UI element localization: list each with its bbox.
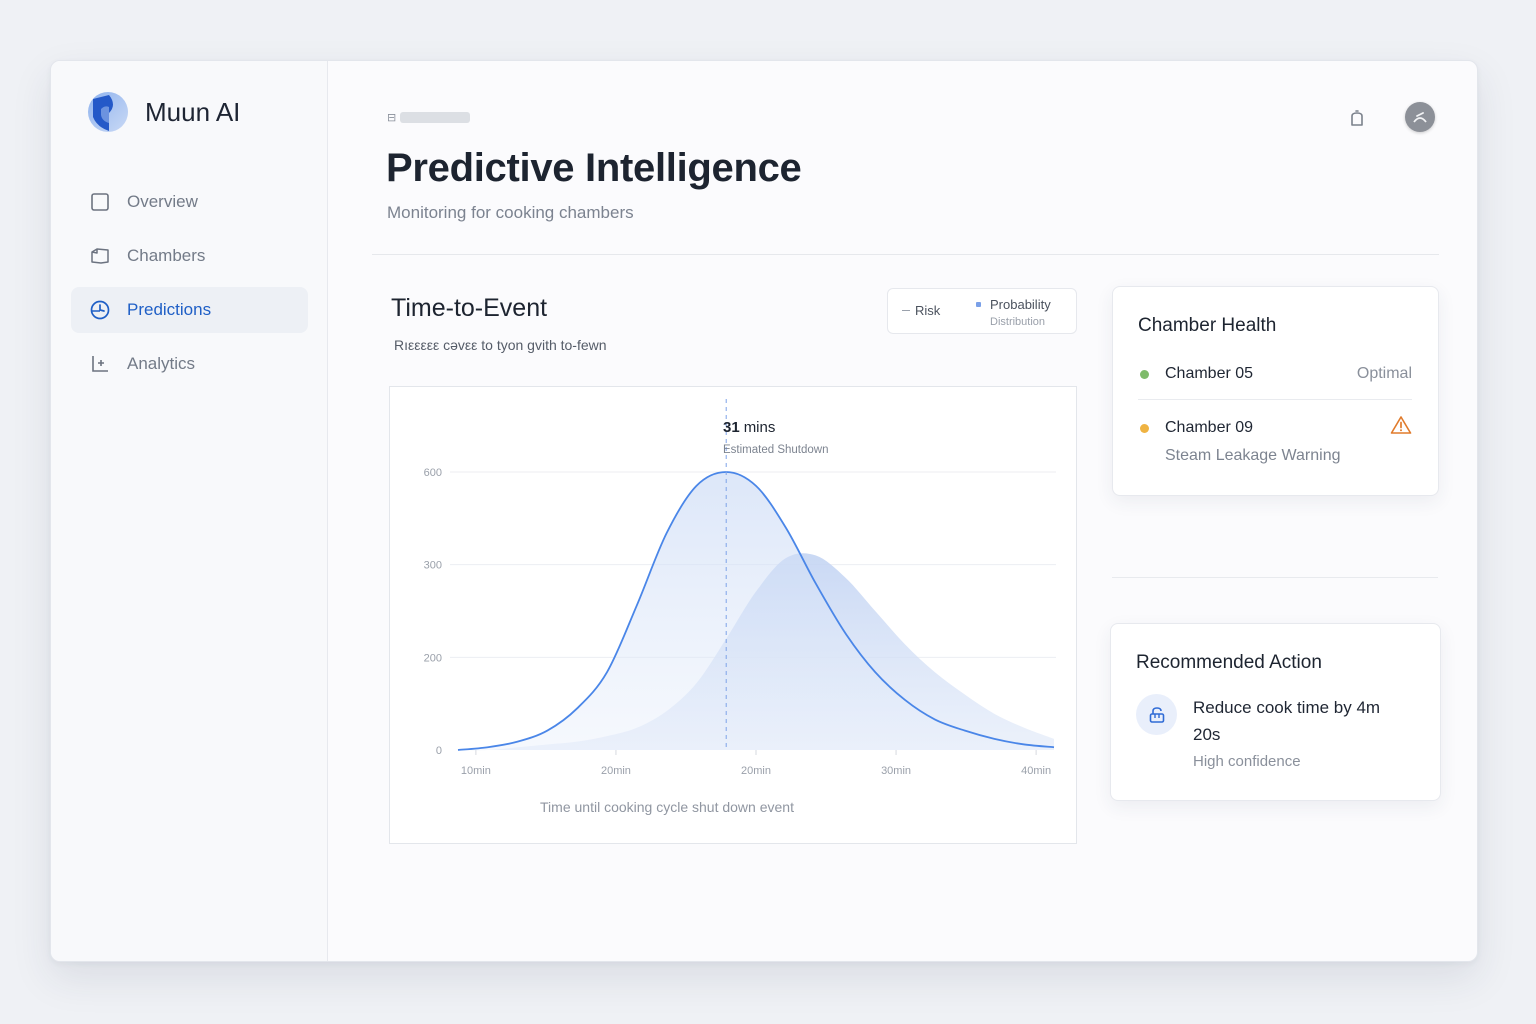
y-tick-label: 200 bbox=[424, 652, 442, 664]
y-tick-label: 300 bbox=[424, 560, 442, 572]
x-tick-label: 30min bbox=[881, 765, 911, 777]
row-divider bbox=[1138, 399, 1412, 400]
chart-axis-icon bbox=[89, 353, 111, 375]
x-tick-label: 10min bbox=[461, 765, 491, 777]
chamber-name: Chamber 05 bbox=[1165, 365, 1254, 382]
user-avatar-icon bbox=[1413, 112, 1427, 123]
legend-probability-swatch bbox=[976, 302, 981, 307]
sidebar-item-chambers[interactable]: Chambers bbox=[71, 233, 308, 279]
marker-label: Estimated Shutdown bbox=[723, 444, 828, 456]
recommended-action-text: Reduce cook time by 4m 20s bbox=[1193, 698, 1381, 744]
legend-item-probability[interactable]: Probability Distribution bbox=[976, 297, 1051, 328]
confidence-label: High confidence bbox=[1193, 753, 1301, 770]
sidebar-nav: Overview Chambers Predictions Analytics bbox=[71, 179, 308, 395]
sidebar-item-analytics[interactable]: Analytics bbox=[71, 341, 308, 387]
y-tick-label: 0 bbox=[436, 745, 442, 757]
notification-button[interactable] bbox=[1342, 104, 1372, 134]
x-tick-label: 40min bbox=[1021, 765, 1051, 777]
sidebar-item-label: Chambers bbox=[127, 246, 206, 265]
page-title: Predictive Intelligence bbox=[386, 146, 802, 190]
chamber-health-title: Chamber Health bbox=[1138, 315, 1277, 336]
y-tick-label: 600 bbox=[424, 467, 442, 479]
sidebar: Muun AI Overview Chambers Predictions An… bbox=[51, 61, 328, 961]
legend-distribution-label: Distribution bbox=[990, 316, 1046, 328]
time-to-event-chart: 600 300 200 0 10min 20min 20min 30min 40min 31 mi… bbox=[424, 399, 1056, 815]
main-content: ⊟ · Predictive Intelligence Monitoring f… bbox=[328, 61, 1477, 961]
brand[interactable]: Muun AI bbox=[87, 91, 240, 133]
header-divider bbox=[372, 254, 1439, 255]
x-tick-label: 20min bbox=[741, 765, 771, 777]
legend-item-risk[interactable]: Risk bbox=[902, 303, 940, 318]
chamber-status: Optimal bbox=[1356, 365, 1412, 382]
chamber-name: Chamber 09 bbox=[1165, 419, 1254, 436]
app-window: Muun AI Overview Chambers Predictions An… bbox=[50, 60, 1478, 962]
status-dot-optimal bbox=[1140, 370, 1149, 379]
status-dot-warning bbox=[1140, 424, 1149, 433]
legend-risk-label: Risk bbox=[915, 303, 941, 318]
chamber-warning-detail: Steam Leakage Warning bbox=[1165, 447, 1341, 464]
x-tick-label: 20min bbox=[601, 765, 631, 777]
legend-risk-swatch bbox=[902, 310, 910, 311]
lock-icon bbox=[1149, 706, 1164, 723]
clock-pie-icon bbox=[89, 299, 111, 321]
chart-x-caption: Time until cooking cycle shut down event bbox=[540, 799, 794, 815]
breadcrumb-icon: ⊟ bbox=[387, 112, 397, 124]
recommended-action-title: Recommended Action bbox=[1136, 652, 1322, 673]
bell-icon bbox=[1351, 110, 1363, 126]
sidebar-item-label: Analytics bbox=[127, 354, 196, 373]
brand-logo-icon bbox=[88, 92, 128, 132]
warning-icon[interactable] bbox=[1390, 415, 1412, 435]
legend-probability-label: Probability bbox=[990, 297, 1051, 312]
avatar[interactable] bbox=[1405, 102, 1435, 132]
breadcrumb[interactable]: ⊟ · bbox=[387, 111, 471, 124]
chamber-health-card: Chamber Health Chamber 05 Optimal Chambe… bbox=[1112, 286, 1439, 496]
square-icon bbox=[89, 191, 111, 213]
chart-container: 600 300 200 0 10min 20min 20min 30min 40min 31 mi… bbox=[389, 386, 1077, 844]
chart-title: Time-to-Event bbox=[391, 294, 548, 322]
sidebar-item-label: Overview bbox=[127, 192, 198, 211]
chamber-icon bbox=[89, 245, 111, 267]
sidebar-item-label: Predictions bbox=[127, 300, 212, 319]
section-divider bbox=[1112, 577, 1438, 578]
sidebar-item-predictions[interactable]: Predictions bbox=[71, 287, 308, 333]
sidebar-item-overview[interactable]: Overview bbox=[71, 179, 308, 225]
marker-value: 31 mins bbox=[723, 419, 775, 436]
chart-legend: Risk Probability Distribution bbox=[887, 288, 1077, 334]
page-subtitle: Monitoring for cooking chambers bbox=[387, 203, 634, 222]
brand-name: Muun AI bbox=[145, 96, 241, 127]
action-icon-badge bbox=[1136, 694, 1177, 735]
breadcrumb-text: · bbox=[400, 112, 471, 123]
recommended-action-card: Recommended Action Reduce cook time by 4… bbox=[1110, 623, 1441, 801]
chart-subtitle: Rıεεεεε cəvεε to tyon gvith to-fewn bbox=[394, 337, 607, 353]
